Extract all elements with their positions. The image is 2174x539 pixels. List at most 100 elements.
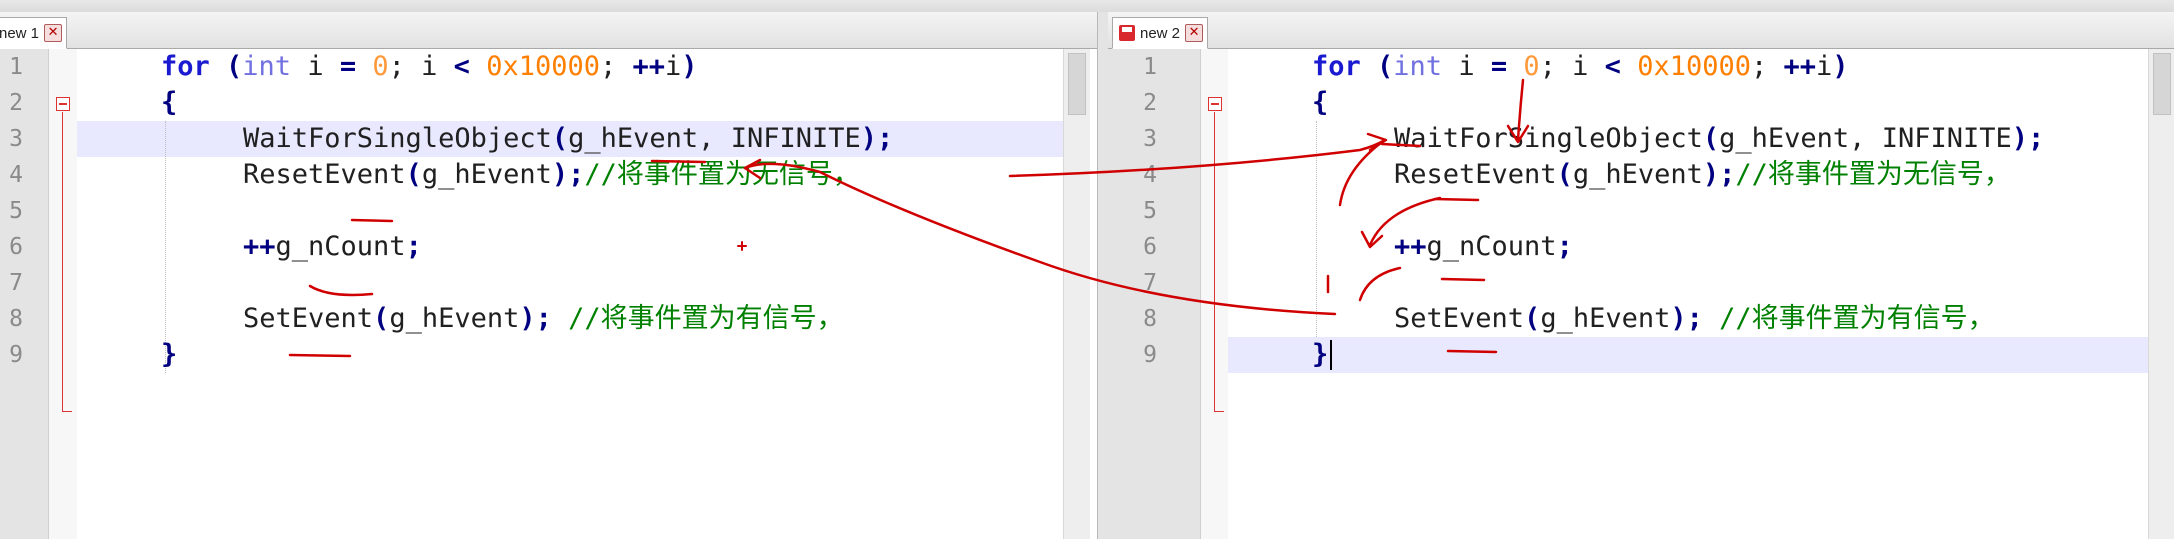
identifier: g_hEvent [1719, 123, 1850, 154]
code-line-4: ResetEvent(g_hEvent);//将事件置为无信号， [1394, 157, 2011, 193]
paren: ) [860, 123, 877, 154]
line-number: 6 [1143, 234, 1157, 260]
type: int [1393, 51, 1443, 82]
punctuation: ; [1686, 303, 1720, 334]
type: int [242, 51, 292, 82]
line-number: 9 [1143, 342, 1157, 368]
code-line-3: WaitForSingleObject(g_hEvent, INFINITE); [243, 121, 893, 157]
brace: { [1312, 87, 1329, 118]
function-name: SetEvent [243, 303, 374, 334]
tab-label: new 1 [0, 24, 40, 42]
number: 0 [356, 51, 389, 82]
keyword: for [1312, 51, 1361, 82]
paren: ( [373, 303, 390, 334]
code-line-1: for (int i = 0; i < 0x10000; ++i) [1312, 49, 1849, 85]
paren: ) [2011, 123, 2028, 154]
line-number: 7 [1143, 270, 1157, 296]
identifier: g_nCount [275, 231, 406, 262]
paren: ) [519, 303, 536, 334]
number: 0 [1507, 51, 1540, 82]
operator: ++ [243, 231, 276, 262]
comment: //将事件置为无信号， [1735, 159, 2011, 190]
operator: = [339, 51, 357, 82]
brace: { [161, 87, 178, 118]
operator: ++ [632, 51, 666, 82]
paren: ( [209, 51, 243, 82]
close-icon[interactable]: ✕ [1185, 24, 1204, 42]
tab-new-2[interactable]: new 2 ✕ [1112, 17, 1209, 49]
line-number: 9 [9, 342, 23, 368]
line-number: 8 [9, 306, 23, 332]
punctuation: ; [405, 231, 422, 262]
code-line-3: WaitForSingleObject(g_hEvent, INFINITE); [1394, 121, 2044, 157]
line-number: 3 [9, 126, 23, 152]
code-line-9: } [161, 337, 177, 373]
identifier: g_hEvent [421, 159, 552, 190]
operator: ++ [1394, 231, 1427, 262]
indent-guide [165, 121, 166, 373]
fold-minus-icon[interactable] [1208, 97, 1222, 111]
identifier: g_nCount [1426, 231, 1557, 262]
paren: ) [681, 51, 698, 82]
punctuation: , [1849, 123, 1882, 154]
paren: ( [1524, 303, 1541, 334]
indent-guide [1316, 121, 1317, 337]
punctuation: ; [877, 123, 894, 154]
function-name: ResetEvent [243, 159, 406, 190]
code-line-2: { [161, 85, 177, 121]
function-name: SetEvent [1394, 303, 1525, 334]
scrollbar-thumb[interactable] [1068, 53, 1086, 115]
code-line-2: { [1312, 85, 1328, 121]
line-number: 1 [1143, 54, 1157, 80]
operator: < [453, 51, 470, 82]
current-line-highlight [1228, 337, 2148, 373]
code-line-8: SetEvent(g_hEvent); //将事件置为有信号， [243, 301, 844, 337]
tab-new-1[interactable]: new 1 ✕ [0, 17, 68, 49]
number: 0x10000 [1620, 51, 1751, 82]
identifier: g_hEvent [568, 123, 699, 154]
punctuation: ; [2028, 123, 2045, 154]
line-number-gutter: 1 2 3 4 5 6 7 8 9 [0, 49, 49, 539]
code-area-right[interactable]: for (int i = 0; i < 0x10000; ++i) { Wait… [1228, 49, 2148, 539]
keyword: for [161, 51, 210, 82]
line-number: 7 [9, 270, 23, 296]
code-line-6: ++g_nCount; [243, 229, 422, 265]
fold-end [62, 411, 72, 412]
brace: } [1312, 339, 1329, 370]
editor-pane-left: new 1 ✕ 1 2 3 4 5 6 7 8 9 for (int i = 0… [0, 12, 1097, 539]
punctuation: ; [1750, 51, 1784, 82]
code-area-left[interactable]: for (int i = 0; i < 0x10000; ++i) { Wait… [77, 49, 1063, 539]
fold-margin [1201, 49, 1228, 539]
code-line-6: ++g_nCount; [1394, 229, 1573, 265]
paren: ) [551, 159, 569, 190]
vertical-scrollbar[interactable] [2148, 49, 2174, 539]
close-icon[interactable]: ✕ [44, 24, 63, 42]
identifier: ; i [1539, 51, 1605, 82]
vertical-scrollbar[interactable] [1063, 49, 1090, 539]
line-number: 8 [1143, 306, 1157, 332]
identifier: i [665, 51, 682, 82]
code-line-9: } [1312, 337, 1328, 373]
operator: = [1490, 51, 1508, 82]
line-number: 4 [1143, 162, 1157, 188]
punctuation: ; [535, 303, 569, 334]
line-number: 5 [9, 198, 23, 224]
paren: ) [1832, 51, 1849, 82]
paren: ( [1556, 159, 1573, 190]
fold-minus-icon[interactable] [56, 97, 70, 111]
identifier: g_hEvent [1540, 303, 1671, 334]
comment: //将事件置为有信号， [1719, 303, 1995, 334]
number: 0x10000 [469, 51, 600, 82]
identifier: i [1442, 51, 1491, 82]
tab-bar-right: new 2 ✕ [1108, 12, 2174, 49]
brace: } [161, 339, 178, 370]
line-number: 2 [9, 90, 23, 116]
tab-label: new 2 [1140, 24, 1181, 42]
fold-end [1214, 411, 1224, 412]
punctuation: ; [568, 159, 585, 190]
identifier: i [1816, 51, 1833, 82]
paren: ( [1702, 123, 1720, 154]
text-caret [1330, 340, 1332, 370]
scrollbar-thumb[interactable] [2153, 53, 2171, 115]
line-number: 3 [1143, 126, 1157, 152]
